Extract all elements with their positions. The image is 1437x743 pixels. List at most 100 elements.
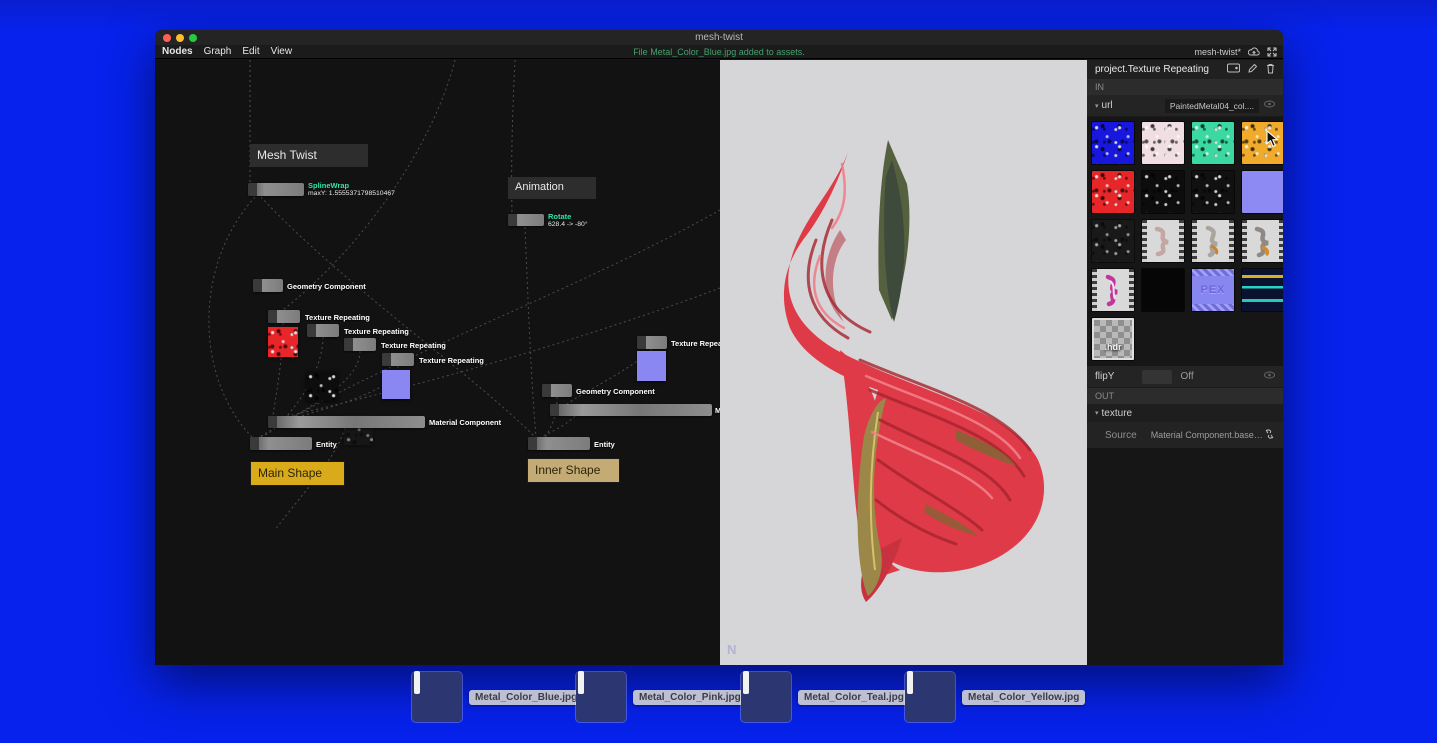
texture-thumb-periwinkle[interactable] bbox=[1242, 171, 1283, 213]
node-texture-repeating-3-label: Texture Repeating bbox=[381, 341, 446, 350]
texture-source-row: Source Material Component.baseColo... bbox=[1087, 422, 1283, 448]
texture-thumb-video-twist-silver[interactable] bbox=[1192, 220, 1234, 262]
node-material-right[interactable] bbox=[550, 404, 712, 416]
file-thumbnail[interactable] bbox=[905, 672, 955, 722]
unlink-icon[interactable] bbox=[1264, 428, 1275, 443]
node-entity-right[interactable] bbox=[528, 437, 590, 450]
node-texture-repeating-1-label: Texture Repeating bbox=[305, 313, 370, 322]
node-geometry-left[interactable] bbox=[253, 279, 283, 292]
fullscreen-icon[interactable] bbox=[1267, 47, 1277, 57]
source-label: Source bbox=[1105, 430, 1137, 441]
caret-down-icon: ▾ bbox=[1095, 409, 1099, 417]
texture-thumb-dark[interactable] bbox=[1192, 171, 1234, 213]
node-entity-left-label: Entity bbox=[316, 440, 337, 449]
status-message: File Metal_Color_Blue.jpg added to asset… bbox=[155, 47, 1283, 57]
node-splinewrap[interactable] bbox=[248, 183, 304, 196]
caret-down-icon: ▾ bbox=[1095, 102, 1099, 110]
node-material-left-label: Material Component bbox=[429, 418, 501, 427]
node-rotate[interactable] bbox=[508, 214, 544, 226]
node-texture-repeating-1[interactable] bbox=[268, 310, 300, 323]
texture-thumb-red[interactable] bbox=[1092, 171, 1134, 213]
texture-preview-periwinkle-right bbox=[637, 351, 666, 381]
file-metal-color-teal[interactable]: Metal_Color_Teal.jpg bbox=[741, 672, 910, 722]
texture-thumb-video-twist-orange[interactable] bbox=[1242, 220, 1283, 262]
menu-bar: Nodes Graph Edit View File Metal_Color_B… bbox=[155, 45, 1283, 59]
node-splinewrap-title: SplineWrap bbox=[308, 181, 395, 190]
node-texture-repeating-5-label: Texture Repeating bbox=[671, 339, 720, 348]
file-label[interactable]: Metal_Color_Pink.jpg bbox=[633, 690, 747, 705]
param-flipy-row: flipY Off bbox=[1087, 366, 1283, 388]
file-metal-color-pink[interactable]: Metal_Color_Pink.jpg bbox=[576, 672, 747, 722]
flipy-checkbox[interactable] bbox=[1142, 370, 1172, 384]
screenshot-icon[interactable] bbox=[1227, 63, 1240, 77]
node-geometry-left-label: Geometry Component bbox=[287, 282, 366, 291]
inspector-panel: project.Texture Repeating IN ▾ url Paint… bbox=[1087, 60, 1283, 665]
inspector-title: project.Texture Repeating bbox=[1095, 64, 1209, 75]
cloud-sync-icon[interactable] bbox=[1248, 47, 1260, 57]
node-geometry-right-label: Geometry Component bbox=[576, 387, 655, 396]
file-thumbnail[interactable] bbox=[576, 672, 626, 722]
node-texture-repeating-5[interactable] bbox=[637, 336, 667, 349]
texture-thumb-pink[interactable] bbox=[1142, 122, 1184, 164]
eye-icon[interactable] bbox=[1264, 371, 1275, 382]
param-flipy-label: flipY bbox=[1095, 371, 1114, 382]
trash-icon[interactable] bbox=[1266, 63, 1275, 77]
viewport-watermark: N bbox=[727, 642, 736, 657]
node-material-left[interactable] bbox=[268, 416, 425, 428]
section-in: IN bbox=[1087, 79, 1283, 95]
edit-pen-icon[interactable] bbox=[1248, 63, 1258, 77]
node-splinewrap-value: maxY: 1.5555371798510467 bbox=[308, 190, 395, 198]
file-metal-color-blue[interactable]: Metal_Color_Blue.jpg bbox=[412, 672, 583, 722]
texture-preview-periwinkle-left bbox=[382, 370, 410, 399]
file-thumbnail[interactable] bbox=[741, 672, 791, 722]
file-label[interactable]: Metal_Color_Yellow.jpg bbox=[962, 690, 1085, 705]
desktop: mesh-twist Nodes Graph Edit View File Me… bbox=[0, 0, 1437, 743]
texture-thumb-teal[interactable] bbox=[1192, 122, 1234, 164]
node-texture-repeating-4[interactable] bbox=[382, 353, 414, 366]
texture-thumb-video-swirl-magenta[interactable] bbox=[1092, 269, 1134, 311]
node-rotate-value: 628.4 -> -80° bbox=[548, 221, 588, 229]
param-texture-label: texture bbox=[1102, 408, 1133, 419]
file-label[interactable]: Metal_Color_Teal.jpg bbox=[798, 690, 910, 705]
texture-thumb-solid-black[interactable] bbox=[1142, 269, 1184, 311]
viewport-3d[interactable]: N bbox=[720, 60, 1087, 665]
comment-inner-shape[interactable]: Inner Shape bbox=[527, 458, 620, 483]
window-title: mesh-twist bbox=[155, 32, 1283, 43]
node-rotate-title: Rotate bbox=[548, 212, 588, 221]
comment-animation[interactable]: Animation bbox=[508, 177, 596, 199]
node-texture-repeating-3[interactable] bbox=[344, 338, 376, 351]
node-graph-panel[interactable]: Mesh Twist Animation Main Shape Inner Sh… bbox=[155, 60, 720, 665]
node-texture-repeating-2-label: Texture Repeating bbox=[344, 327, 409, 336]
param-url-row[interactable]: ▾ url PaintedMetal04_col.... bbox=[1087, 95, 1283, 117]
file-metal-color-yellow[interactable]: Metal_Color_Yellow.jpg bbox=[905, 672, 1085, 722]
node-texture-repeating-2[interactable] bbox=[307, 324, 339, 337]
param-url-value[interactable]: PaintedMetal04_col.... bbox=[1165, 99, 1259, 113]
param-texture-row[interactable]: ▾ texture bbox=[1087, 404, 1283, 422]
comment-mesh-twist[interactable]: Mesh Twist bbox=[250, 144, 368, 167]
twisted-mesh-render bbox=[720, 60, 1087, 665]
node-geometry-right[interactable] bbox=[542, 384, 572, 397]
texture-thumb-charcoal[interactable] bbox=[1092, 220, 1134, 262]
node-entity-left[interactable] bbox=[250, 437, 312, 450]
source-value: Material Component.baseColo... bbox=[1151, 430, 1264, 440]
texture-thumb-hdr[interactable]: .hdr bbox=[1092, 318, 1134, 360]
file-label[interactable]: Metal_Color_Blue.jpg bbox=[469, 690, 583, 705]
section-out: OUT bbox=[1087, 388, 1283, 404]
node-entity-right-label: Entity bbox=[594, 440, 615, 449]
flipy-value: Off bbox=[1180, 371, 1193, 382]
node-texture-repeating-4-label: Texture Repeating bbox=[419, 356, 484, 365]
eye-icon[interactable] bbox=[1264, 100, 1275, 111]
texture-thumb-pex[interactable]: PEX bbox=[1192, 269, 1234, 311]
texture-preview-black bbox=[306, 371, 338, 401]
window-titlebar[interactable]: mesh-twist bbox=[155, 30, 1283, 45]
texture-thumb-scanlines[interactable] bbox=[1242, 269, 1283, 311]
file-thumbnail[interactable] bbox=[412, 672, 462, 722]
project-name: mesh-twist* bbox=[1194, 47, 1241, 57]
mouse-cursor bbox=[1266, 130, 1280, 153]
texture-preview-red bbox=[268, 327, 298, 357]
texture-thumb-black[interactable] bbox=[1142, 171, 1184, 213]
texture-thumb-video-swirl-gray[interactable] bbox=[1142, 220, 1184, 262]
comment-main-shape[interactable]: Main Shape bbox=[250, 461, 345, 486]
texture-library-grid: PEX .hdr bbox=[1087, 117, 1283, 362]
texture-thumb-blue[interactable] bbox=[1092, 122, 1134, 164]
